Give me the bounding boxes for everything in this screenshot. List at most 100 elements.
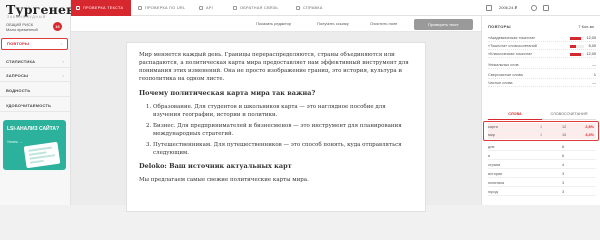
check-text-button[interactable]: Проверить текст [414, 19, 473, 30]
panel-title: ПОВТОРЫ [488, 24, 511, 29]
stat-label: «Академическая тошнота» [488, 36, 536, 40]
chevron-right-icon: › [60, 41, 62, 46]
text-document[interactable]: Мир меняется каждый день. Границы перера… [126, 42, 426, 212]
stat-label: Частые слова [488, 81, 513, 85]
heading-why: Почему политическая карта мира так важна… [139, 89, 316, 97]
chat-icon [233, 6, 237, 10]
word-count-b: 6 [562, 154, 565, 158]
tab-text-check[interactable]: ПРОВЕРКА ТЕКСТА [71, 0, 131, 16]
tab-words[interactable]: СЛОВА [488, 110, 542, 120]
tab-label: ОБРАТНАЯ СВЯЗЬ [240, 6, 279, 10]
heading-source: Deloko: Ваш источник актуальных карт [139, 162, 292, 170]
stat-row[interactable]: «Тошнота» словосочетаний 5,00 [488, 43, 596, 50]
top-nav: ПРОВЕРКА ТЕКСТА ПРОВЕРКА ПО URL API ОБРА… [71, 0, 600, 16]
word-row[interactable]: история 3 [488, 170, 596, 178]
tab-api[interactable]: API [194, 0, 224, 16]
app-root: Тургенев ЗАКОНОСУДНЫЙ ОБЩИЙ РИСК Мало вр… [0, 0, 600, 212]
help-icon [296, 6, 300, 10]
tab-label: ПРОВЕРКА ПО URL [145, 6, 186, 10]
stat-row[interactable]: «Классическая тошнота» 12,00 [488, 51, 596, 58]
sidebar-item-label: ПОВТОРЫ [7, 41, 30, 46]
word-count-b: 3 [562, 190, 565, 194]
chevron-right-icon: › [62, 73, 64, 78]
word-row[interactable]: и 6 [488, 152, 596, 160]
user-info: ОБЩИЙ РИСК Мало временной [6, 22, 38, 32]
tab-label: ПРОВЕРКА ТЕКСТА [83, 6, 124, 10]
user-line2: Мало временной [6, 27, 38, 32]
sidebar-item-stylistics[interactable]: СТИЛИСТИКА › [0, 56, 70, 68]
count-label: Кол-во [581, 24, 594, 29]
sidebar-item-label: УДОБОЧИТАЕМОСТЬ [6, 103, 52, 108]
editor-area: Мир меняется каждый день. Границы перера… [71, 32, 481, 212]
document-icon [76, 6, 80, 10]
stat-value: 12,00 [586, 36, 596, 40]
stat-bar [570, 45, 584, 48]
word-row[interactable]: город 3 [488, 188, 596, 196]
word: история [488, 172, 503, 176]
benefits-list: Образование. Для студентов и школьников … [153, 103, 413, 157]
stat-value: 1 [593, 73, 596, 77]
list-item: Бизнес. Для предпринимателей и бизнесмен… [153, 122, 413, 138]
stat-row[interactable]: «Академическая тошнота» 12,00 [488, 35, 596, 42]
stat-row[interactable]: Сверхчастые слова 1 [488, 72, 596, 79]
count-value: 7 [578, 24, 581, 29]
panel-count: 7 Кол-во [578, 24, 594, 29]
word-count-b: 8 [562, 145, 565, 149]
link-icon [138, 6, 142, 10]
sidebar-item-readability[interactable]: УДОБОЧИТАЕМОСТЬ [0, 100, 70, 112]
promo-illustration [23, 141, 61, 169]
highlight-frame [483, 121, 599, 141]
word: страна [488, 163, 501, 167]
tab-help[interactable]: СПРАВКА [291, 0, 331, 16]
stat-label: Уникальных слов [488, 63, 519, 67]
word-row[interactable]: для 8 [488, 143, 596, 151]
promo-title: LSI-АНАЛИЗ САЙТА? [7, 126, 60, 132]
user-avatar-icon[interactable] [531, 5, 537, 11]
panel-tabs: СЛОВА СЛОВОСОЧЕТАНИЯ [488, 110, 596, 120]
lsi-promo-banner[interactable]: LSI-АНАЛИЗ САЙТА? Узнать → [3, 120, 66, 170]
get-link-button[interactable]: Получить ссылку [317, 16, 349, 32]
show-editor-button[interactable]: Показать редактор [256, 16, 291, 32]
balance-amount[interactable]: 2006,24 ₽ [499, 0, 517, 16]
list-item: Образование. Для студентов и школьников … [153, 103, 413, 119]
stat-value: 5,00 [588, 44, 596, 48]
word: политика [488, 181, 505, 185]
stat-row[interactable]: Частые слова — [488, 80, 596, 87]
word-count-b: 4 [562, 163, 565, 167]
menu-icon[interactable] [543, 5, 549, 11]
word-row[interactable]: политика 3 [488, 179, 596, 187]
tab-feedback[interactable]: ОБРАТНАЯ СВЯЗЬ [228, 0, 288, 16]
tab-label: СПРАВКА [303, 6, 323, 10]
notification-icon[interactable] [486, 5, 492, 11]
word-count-b: 3 [562, 172, 565, 176]
stat-row[interactable]: Уникальных слов — [488, 62, 596, 69]
risk-badge[interactable]: 16 [53, 22, 62, 31]
word-row[interactable]: страна 4 [488, 161, 596, 169]
sidebar-item-wateriness[interactable]: ВОДНОСТЬ [0, 85, 70, 97]
word: город [488, 190, 498, 194]
clear-field-button[interactable]: Очистить поле [370, 16, 397, 32]
stat-label: «Тошнота» словосочетаний [488, 44, 537, 48]
word-count-b: 3 [562, 181, 565, 185]
paragraph-2: Мы предлагаем самые свежие политические … [139, 177, 309, 183]
paragraph-1: Мир меняется каждый день. Границы перера… [139, 52, 409, 82]
stat-label: «Классическая тошнота» [488, 52, 533, 56]
word: для [488, 145, 495, 149]
editor-toolbar: Показать редактор Получить ссылку Очисти… [71, 16, 481, 32]
sidebar-item-label: ВОДНОСТЬ [6, 88, 31, 93]
sidebar-item-repeats[interactable]: ПОВТОРЫ › [1, 38, 68, 50]
sidebar-item-queries[interactable]: ЗАПРОСЫ › [0, 70, 70, 82]
logo-subtitle: ЗАКОНОСУДНЫЙ [7, 15, 47, 19]
stat-value: 12,00 [586, 52, 596, 56]
sidebar-item-label: СТИЛИСТИКА [6, 59, 36, 64]
stat-label: Сверхчастые слова [488, 73, 523, 77]
tab-phrases[interactable]: СЛОВОСОЧЕТАНИЯ [542, 110, 596, 120]
stat-bar [570, 37, 584, 40]
promo-link[interactable]: Узнать → [7, 140, 22, 144]
stat-value: — [592, 63, 596, 67]
tab-url-check[interactable]: ПРОВЕРКА ПО URL [133, 0, 191, 16]
list-item: Путешественникам. Для путешественников —… [153, 141, 413, 157]
code-icon [199, 6, 203, 10]
sidebar-item-label: ЗАПРОСЫ [6, 73, 29, 78]
tab-label: API [206, 6, 214, 10]
